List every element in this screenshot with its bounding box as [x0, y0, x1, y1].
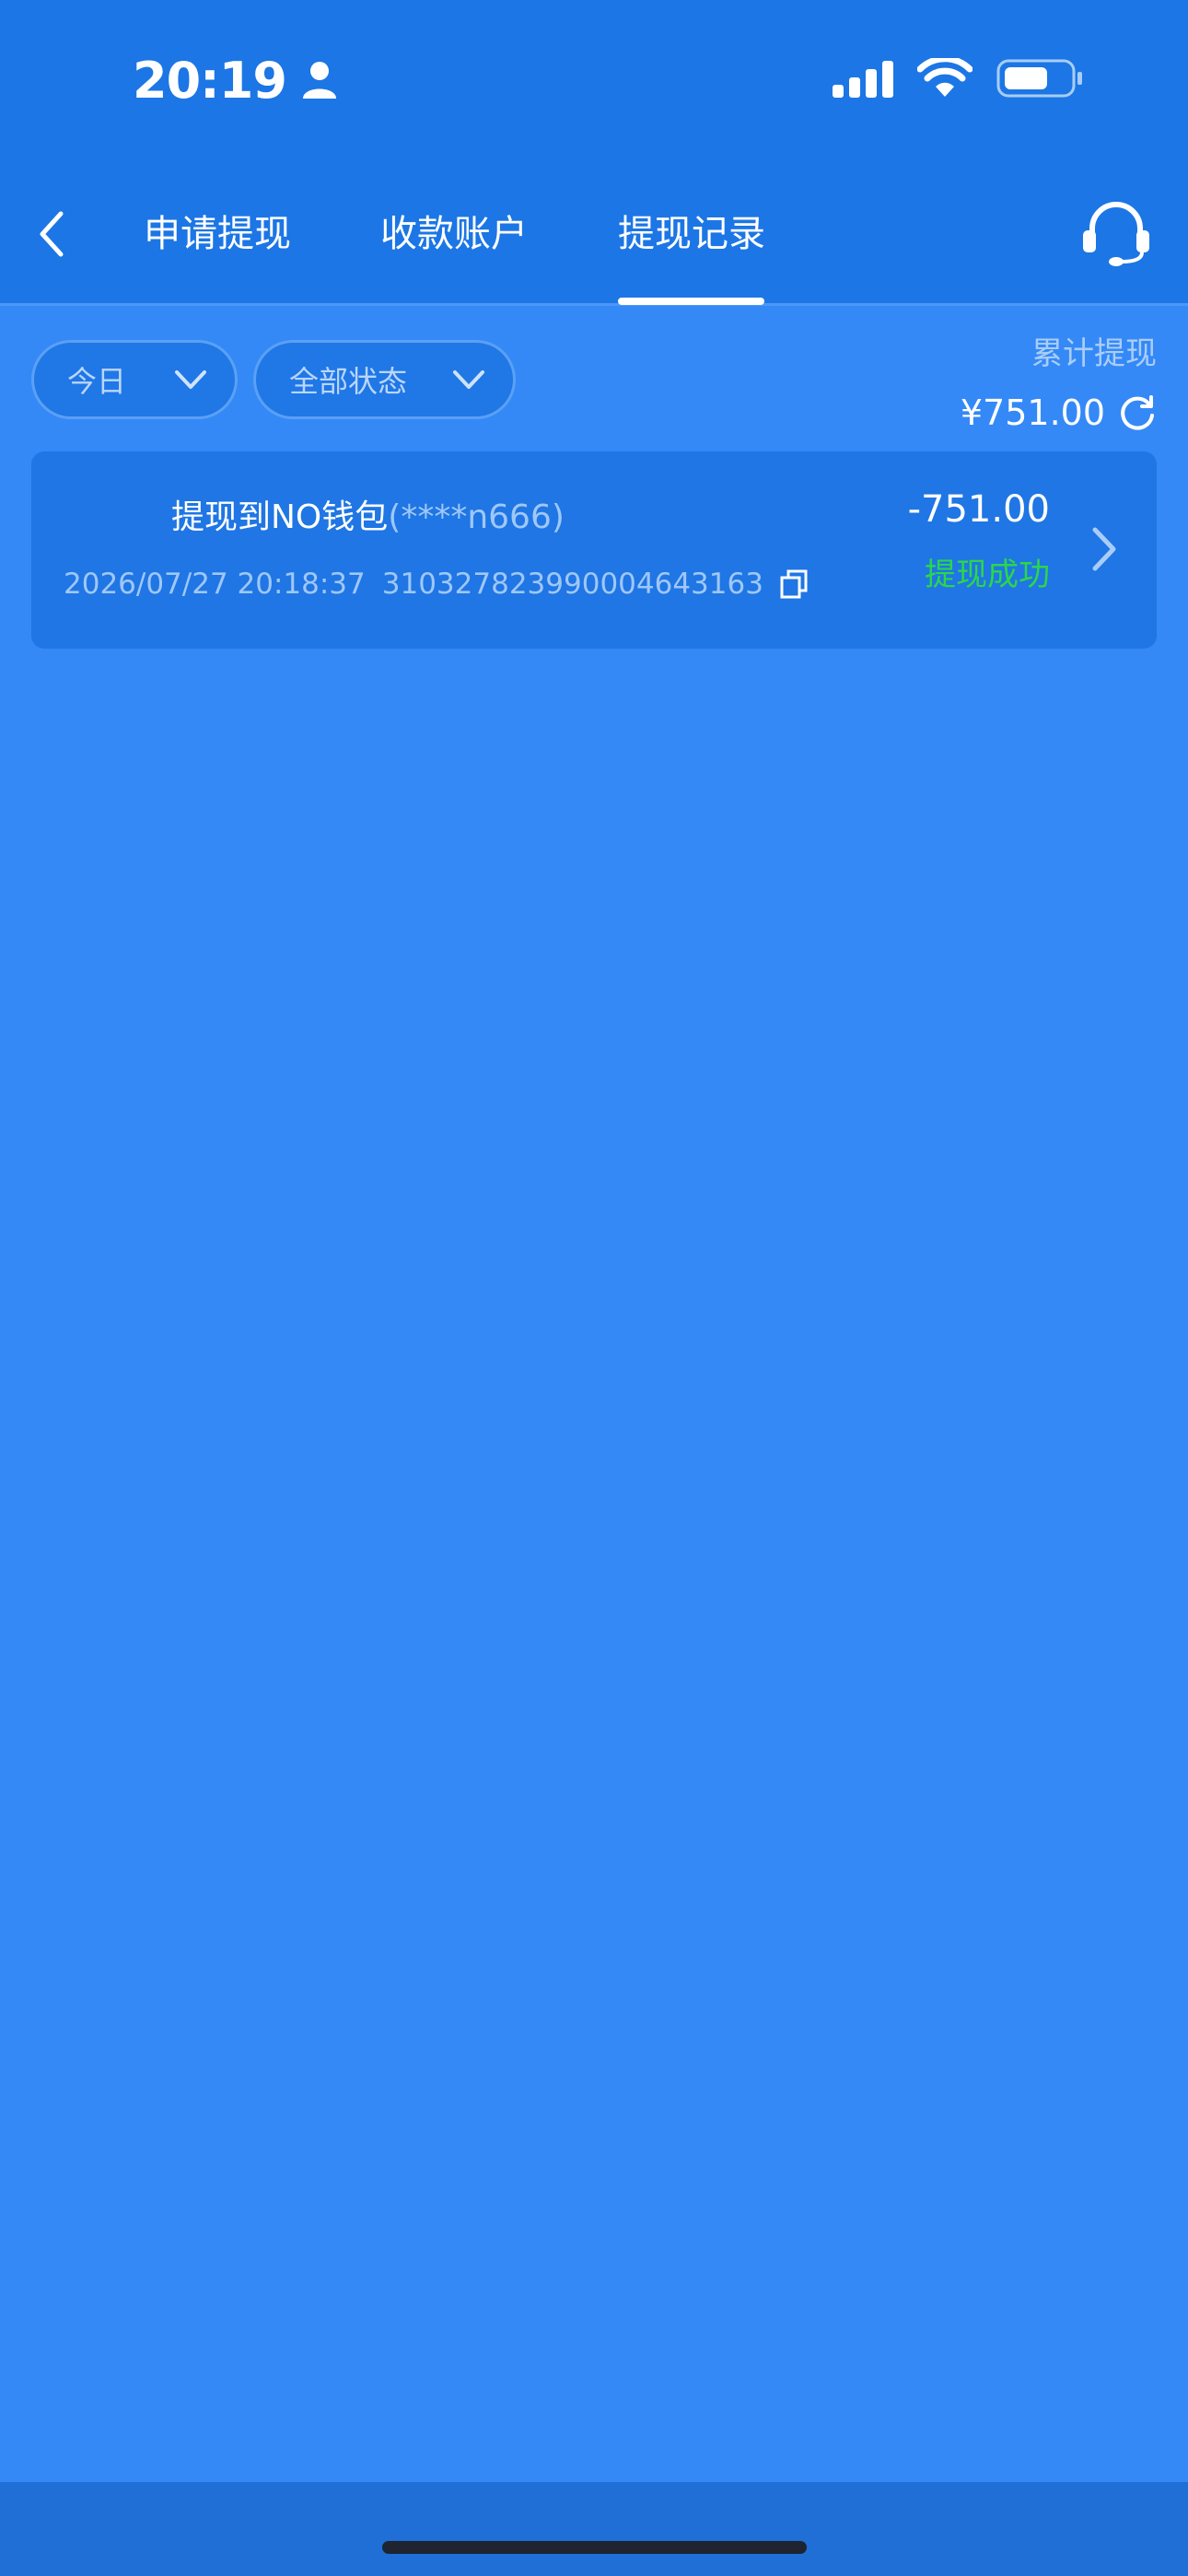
record-account-masked: (****n666)	[388, 498, 565, 536]
record-order-number: 310327823990004643163	[381, 568, 763, 601]
withdrawal-record-card[interactable]: 提现到NO钱包(****n666) 2026/07/27 20:18:37 31…	[31, 451, 1157, 649]
record-meta: 2026/07/27 20:18:37 31032782399000464316…	[64, 568, 808, 601]
status-filter-label: 全部状态	[289, 364, 408, 399]
status-filter-dropdown[interactable]: 全部状态	[253, 340, 516, 419]
headset-icon[interactable]	[1079, 201, 1153, 267]
refresh-icon[interactable]	[1118, 393, 1157, 432]
header: 20:19 申请提现 收款账户 提现记录	[0, 0, 1188, 306]
tab-payment-account[interactable]: 收款账户	[380, 205, 528, 263]
record-title: 提现到NO钱包(****n666)	[171, 490, 565, 538]
signal-icon	[833, 61, 893, 98]
status-bar-icons	[833, 55, 1083, 101]
date-filter-dropdown[interactable]: 今日	[31, 340, 238, 419]
total-withdrawal-value: ¥751.00	[961, 387, 1157, 439]
total-withdrawal-label: 累计提现	[1031, 335, 1157, 372]
time-text: 20:19	[133, 51, 287, 110]
record-status: 提现成功	[925, 556, 1050, 593]
tab-apply-withdrawal[interactable]: 申请提现	[144, 205, 291, 263]
chevron-down-icon	[175, 370, 206, 389]
chevron-right-icon	[1092, 527, 1116, 571]
total-withdrawal-amount: ¥751.00	[960, 392, 1105, 433]
battery-icon	[996, 59, 1082, 98]
record-destination: 提现到NO钱包	[171, 498, 389, 536]
chevron-down-icon	[453, 370, 484, 389]
active-tab-indicator	[618, 298, 764, 305]
record-amount: -751.00	[907, 488, 1050, 531]
copy-icon[interactable]	[780, 569, 808, 599]
wifi-icon	[917, 58, 973, 97]
tab-withdrawal-records[interactable]: 提现记录	[618, 205, 765, 263]
date-filter-label: 今日	[67, 364, 127, 399]
home-indicator[interactable]	[382, 2541, 807, 2554]
bottom-bar	[0, 2482, 1188, 2576]
person-icon	[302, 62, 336, 99]
status-bar-time: 20:19	[133, 48, 338, 112]
back-icon[interactable]	[33, 205, 70, 263]
record-datetime: 2026/07/27 20:18:37	[64, 568, 366, 601]
